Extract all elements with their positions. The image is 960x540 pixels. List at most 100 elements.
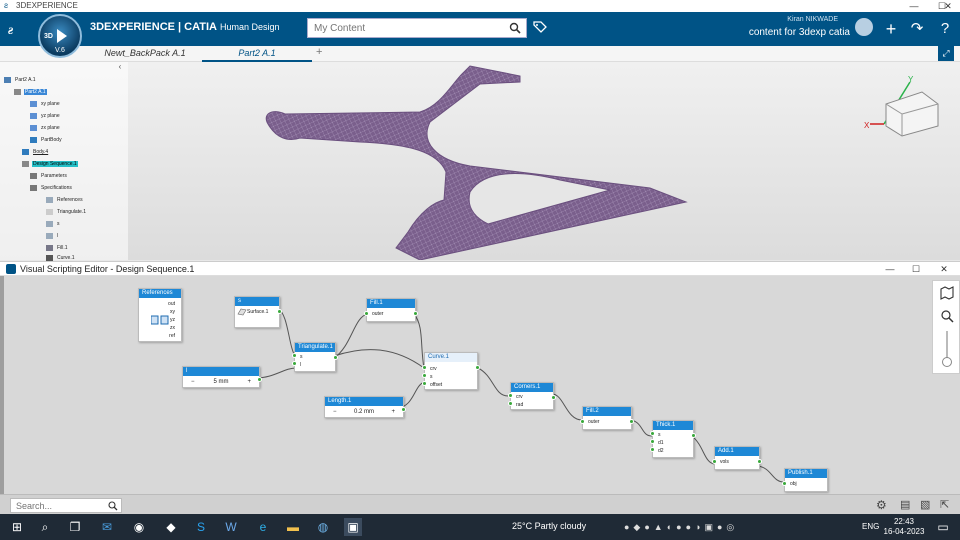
input-port[interactable] — [422, 381, 427, 386]
output-port[interactable] — [257, 377, 262, 382]
vse-taskbar-icon[interactable]: ▣ — [344, 518, 362, 536]
3d-viewport[interactable] — [0, 62, 960, 260]
input-port[interactable] — [422, 365, 427, 370]
output-port[interactable] — [691, 433, 696, 438]
node-thick[interactable]: Thick.1 s d1 d2 — [650, 420, 696, 458]
node-search-input[interactable] — [11, 499, 103, 512]
tag-icon[interactable] — [532, 20, 548, 36]
tree-node[interactable]: Part2 A.1 — [4, 76, 37, 84]
tree-node[interactable]: Design Sequence.1 — [22, 160, 78, 168]
language-indicator[interactable]: ENG — [862, 522, 879, 531]
tree-node[interactable]: Part2 A.1 — [14, 88, 47, 96]
clock[interactable]: 22:43 16-04-2023 — [880, 517, 928, 537]
node-fill2[interactable]: Fill.2 outer — [580, 406, 634, 430]
node-l[interactable]: l − 5 mm + — [182, 366, 262, 388]
avatar[interactable] — [855, 18, 873, 36]
tree-node[interactable]: PartBody — [30, 136, 63, 144]
output-port[interactable] — [333, 355, 338, 360]
output-port[interactable] — [757, 459, 762, 464]
tree-node[interactable]: References — [46, 196, 84, 204]
outlook-icon[interactable]: ✉ — [98, 518, 116, 536]
map-icon[interactable] — [940, 286, 954, 300]
3dexperience-icon[interactable]: ◍ — [314, 518, 332, 536]
search-icon[interactable] — [509, 22, 521, 34]
add-icon[interactable]: + — [880, 18, 902, 40]
play-icon[interactable] — [57, 29, 67, 43]
vse-close-button[interactable]: ✕ — [930, 263, 958, 275]
l-stepper[interactable]: − 5 mm + — [187, 377, 255, 387]
increment-button[interactable]: + — [247, 377, 251, 387]
node-fill1[interactable]: Fill.1 outer — [364, 298, 418, 322]
lattice-mesh-shape[interactable] — [0, 62, 960, 260]
export-icon[interactable]: ⇱ — [940, 498, 949, 511]
app-icon[interactable]: ◆ — [162, 518, 180, 536]
input-port[interactable] — [650, 431, 655, 436]
output-port[interactable] — [551, 395, 556, 400]
output-port[interactable] — [475, 365, 480, 370]
tree-node[interactable]: Parameters — [30, 172, 68, 180]
app-icon[interactable]: ◉ — [130, 518, 148, 536]
zoom-slider-handle[interactable] — [942, 357, 952, 367]
node-triangulate[interactable]: Triangulate.1 s l — [292, 342, 338, 372]
tree-node[interactable]: yz plane — [30, 112, 61, 120]
user-context[interactable]: content for 3dexp catia — [749, 27, 850, 38]
share-icon[interactable]: ↷ — [906, 18, 928, 40]
input-port[interactable] — [712, 459, 717, 464]
node-s[interactable]: s Surface.1 — [234, 296, 282, 328]
start-icon[interactable]: ⊞ — [8, 518, 26, 536]
input-port[interactable] — [782, 481, 787, 486]
tree-node[interactable]: Fill.1 — [46, 244, 69, 252]
output-port[interactable] — [277, 309, 282, 314]
new-tab-icon[interactable]: + — [316, 46, 322, 58]
tree-node[interactable]: zx plane — [30, 124, 61, 132]
notes-icon[interactable]: ▤ — [900, 498, 910, 511]
tree-node[interactable]: Triangulate.1 — [46, 208, 87, 216]
help-icon[interactable]: ? — [934, 18, 956, 40]
tree-node[interactable]: l — [46, 232, 59, 240]
search-icon[interactable] — [108, 501, 118, 511]
input-port[interactable] — [292, 353, 297, 358]
output-port[interactable] — [413, 311, 418, 316]
weather-widget[interactable]: 25°C Partly cloudy — [512, 521, 586, 531]
specification-tree[interactable]: Part2 A.1 Part2 A.1 xy plane yz plane zx… — [0, 62, 128, 261]
tree-node[interactable]: s — [46, 220, 61, 228]
vse-canvas[interactable]: References out xy yz zx ref s Surface.1 … — [0, 276, 960, 494]
node-add[interactable]: Add.1 vols — [712, 446, 762, 470]
tree-node[interactable]: xy plane — [30, 100, 61, 108]
skype-icon[interactable]: S — [192, 518, 210, 536]
zoom-icon[interactable] — [940, 309, 954, 323]
minimize-button[interactable]: — — [900, 0, 928, 12]
input-port[interactable] — [508, 393, 513, 398]
node-references[interactable]: References out xy yz zx ref — [138, 288, 182, 342]
increment-button[interactable]: + — [391, 407, 395, 417]
output-port[interactable] — [629, 419, 634, 424]
node-length[interactable]: Length.1 − 0.2 mm + — [324, 396, 406, 418]
close-button[interactable]: ✕ — [936, 0, 960, 12]
node-corners[interactable]: Corners.1 crv rad — [508, 382, 556, 410]
input-port[interactable] — [364, 311, 369, 316]
length-stepper[interactable]: − 0.2 mm + — [329, 407, 399, 417]
compass-widget[interactable]: 3D V.6 — [38, 14, 82, 58]
tree-node[interactable]: Body.4 — [22, 148, 49, 156]
tree-collapse-icon[interactable]: ‹ — [114, 62, 126, 72]
tray-icons[interactable]: ●◆●▲◐●●◑▣●◎ — [624, 522, 738, 533]
input-port[interactable] — [292, 361, 297, 366]
fullscreen-icon[interactable]: ⤢ — [938, 45, 954, 61]
tree-node[interactable]: Specifications — [30, 184, 73, 192]
notifications-icon[interactable]: ▭ — [934, 518, 952, 536]
image-icon[interactable]: ▧ — [920, 498, 930, 511]
input-port[interactable] — [422, 373, 427, 378]
tab-newt-backpack[interactable]: Newt_BackPack A.1 — [90, 46, 200, 62]
input-port[interactable] — [650, 439, 655, 444]
input-port[interactable] — [650, 447, 655, 452]
node-search-field[interactable] — [10, 498, 122, 513]
node-publish[interactable]: Publish.1 obj — [782, 468, 828, 492]
explorer-icon[interactable]: ▬ — [284, 518, 302, 536]
taskview-icon[interactable]: ❐ — [66, 518, 84, 536]
orientation-cube-icon[interactable]: Y X — [862, 74, 952, 144]
vse-minimize-button[interactable]: — — [876, 263, 904, 275]
content-search-input[interactable] — [308, 19, 498, 37]
app-icon[interactable]: W — [222, 518, 240, 536]
search-icon[interactable]: ⌕ — [36, 518, 54, 536]
input-port[interactable] — [508, 401, 513, 406]
